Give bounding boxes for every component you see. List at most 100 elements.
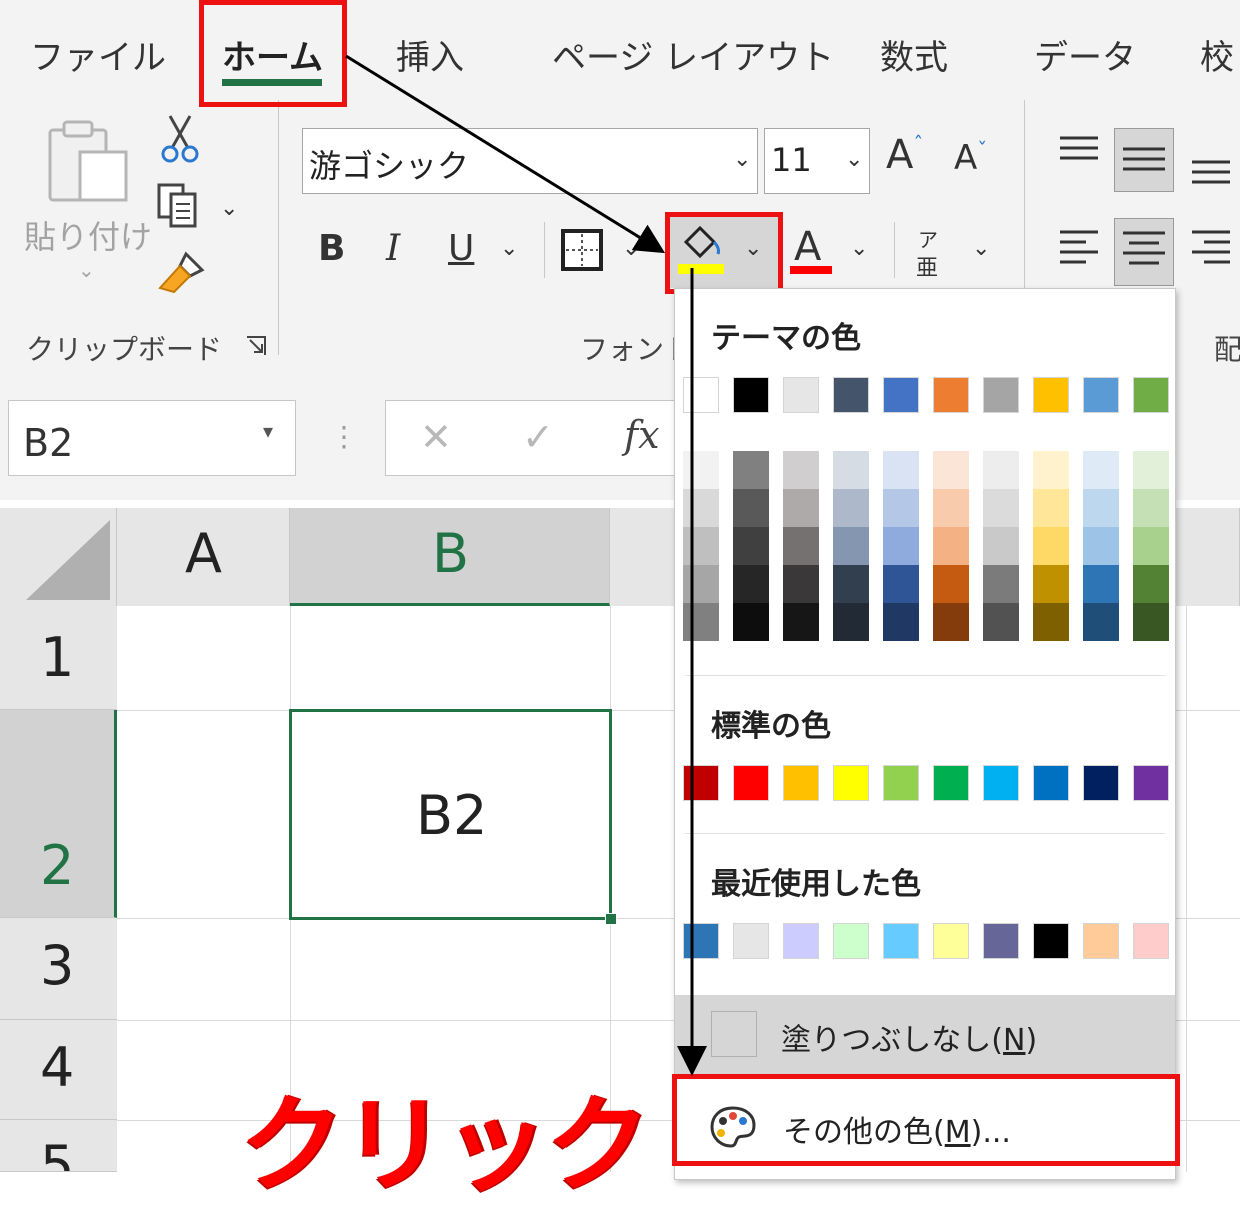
no-fill-menu-item[interactable]: 塗りつぶしなし(N) [675, 995, 1175, 1075]
paste-dropdown-chevron-icon[interactable]: ⌄ [78, 258, 95, 282]
theme-shade-swatch[interactable] [833, 489, 869, 527]
theme-color-swatch-10[interactable] [1133, 377, 1169, 413]
theme-shade-swatch[interactable] [933, 489, 969, 527]
theme-color-swatch-1[interactable] [683, 377, 719, 413]
theme-shade-swatch[interactable] [783, 565, 819, 603]
name-box-dropdown-icon[interactable]: ▾ [263, 419, 273, 443]
recent-color-swatch-10[interactable] [1133, 923, 1169, 959]
theme-shade-swatch[interactable] [1083, 451, 1119, 489]
align-bottom-icon[interactable] [1188, 148, 1234, 192]
theme-shade-swatch[interactable] [683, 527, 719, 565]
chevron-down-icon[interactable]: ⌄ [733, 147, 751, 172]
recent-color-swatch-9[interactable] [1083, 923, 1119, 959]
theme-shade-swatch[interactable] [833, 565, 869, 603]
theme-shade-swatch[interactable] [1033, 451, 1069, 489]
theme-color-swatch-2[interactable] [733, 377, 769, 413]
standard-color-swatch-3[interactable] [783, 765, 819, 801]
theme-shade-swatch[interactable] [883, 565, 919, 603]
standard-color-swatch-5[interactable] [883, 765, 919, 801]
theme-shade-swatch[interactable] [1133, 603, 1169, 641]
enter-icon[interactable]: ✓ [522, 415, 554, 459]
chevron-down-icon[interactable]: ⌄ [845, 147, 863, 172]
row-header-5[interactable]: 5 [0, 1120, 117, 1172]
standard-color-swatch-2[interactable] [733, 765, 769, 801]
paste-label[interactable]: 貼り付け [24, 212, 152, 258]
column-header-b[interactable]: B [290, 508, 610, 606]
theme-shade-swatch[interactable] [983, 489, 1019, 527]
insert-function-icon[interactable]: fx [624, 413, 660, 457]
borders-icon[interactable] [560, 228, 604, 276]
theme-shade-swatch[interactable] [733, 565, 769, 603]
theme-shade-swatch[interactable] [883, 451, 919, 489]
phonetic-chevron-down-icon[interactable]: ⌄ [972, 236, 990, 261]
paste-icon[interactable] [44, 116, 134, 210]
format-painter-icon[interactable] [156, 250, 206, 300]
underline-button[interactable]: U [448, 228, 474, 269]
standard-color-swatch-1[interactable] [683, 765, 719, 801]
theme-shade-swatch[interactable] [733, 489, 769, 527]
theme-color-swatch-3[interactable] [783, 377, 819, 413]
dialog-launcher-icon[interactable] [244, 334, 268, 362]
theme-shade-swatch[interactable] [933, 603, 969, 641]
standard-color-swatch-6[interactable] [933, 765, 969, 801]
recent-color-swatch-8[interactable] [1033, 923, 1069, 959]
cell-b2[interactable]: B2 [289, 709, 612, 920]
theme-shade-swatch[interactable] [1083, 565, 1119, 603]
theme-shade-swatch[interactable] [833, 603, 869, 641]
recent-color-swatch-5[interactable] [883, 923, 919, 959]
theme-shade-swatch[interactable] [1133, 527, 1169, 565]
theme-shade-swatch[interactable] [1083, 603, 1119, 641]
fill-handle[interactable] [605, 913, 617, 925]
copy-icon[interactable] [156, 182, 200, 232]
theme-shade-swatch[interactable] [1033, 603, 1069, 641]
theme-color-swatch-5[interactable] [883, 377, 919, 413]
theme-shade-swatch[interactable] [783, 603, 819, 641]
theme-color-swatch-6[interactable] [933, 377, 969, 413]
theme-shade-swatch[interactable] [783, 451, 819, 489]
cancel-icon[interactable]: ✕ [420, 415, 452, 459]
name-box[interactable]: B2 ▾ [8, 400, 296, 476]
theme-shade-swatch[interactable] [1083, 527, 1119, 565]
theme-shade-swatch[interactable] [1133, 565, 1169, 603]
theme-shade-swatch[interactable] [783, 489, 819, 527]
standard-color-swatch-8[interactable] [1033, 765, 1069, 801]
copy-dropdown-chevron-icon[interactable]: ⌄ [220, 196, 238, 221]
theme-shade-swatch[interactable] [783, 527, 819, 565]
theme-shade-swatch[interactable] [983, 451, 1019, 489]
column-header-a[interactable]: A [117, 508, 290, 606]
theme-shade-swatch[interactable] [1033, 565, 1069, 603]
tab-page-layout[interactable]: ページ レイアウト [552, 30, 834, 79]
theme-shade-swatch[interactable] [733, 527, 769, 565]
formula-bar-grip-icon[interactable]: ⋮ [330, 420, 358, 453]
theme-shade-swatch[interactable] [833, 451, 869, 489]
theme-shade-swatch[interactable] [733, 603, 769, 641]
theme-shade-swatch[interactable] [983, 565, 1019, 603]
align-left-icon[interactable] [1056, 226, 1102, 278]
phonetic-guide-bottom[interactable]: 亜 [916, 250, 938, 282]
theme-shade-swatch[interactable] [683, 489, 719, 527]
tab-insert[interactable]: 挿入 [396, 30, 464, 79]
theme-shade-swatch[interactable] [1033, 489, 1069, 527]
bold-button[interactable]: B [318, 228, 345, 269]
cut-icon[interactable] [160, 112, 200, 168]
italic-button[interactable]: I [386, 228, 400, 269]
phonetic-guide-top[interactable]: ア [918, 224, 938, 253]
borders-chevron-down-icon[interactable]: ⌄ [622, 236, 640, 261]
tab-data[interactable]: データ [1034, 30, 1136, 79]
tab-review[interactable]: 校 [1200, 30, 1234, 79]
theme-shade-swatch[interactable] [1133, 451, 1169, 489]
theme-shade-swatch[interactable] [933, 451, 969, 489]
theme-shade-swatch[interactable] [983, 603, 1019, 641]
theme-shade-swatch[interactable] [883, 603, 919, 641]
theme-shade-swatch[interactable] [733, 451, 769, 489]
theme-shade-swatch[interactable] [933, 527, 969, 565]
recent-color-swatch-4[interactable] [833, 923, 869, 959]
align-center-icon[interactable] [1114, 218, 1174, 286]
theme-shade-swatch[interactable] [683, 451, 719, 489]
standard-color-swatch-7[interactable] [983, 765, 1019, 801]
theme-shade-swatch[interactable] [883, 527, 919, 565]
theme-shade-swatch[interactable] [683, 603, 719, 641]
shrink-font-button[interactable]: Aˇ [954, 138, 987, 178]
theme-color-swatch-7[interactable] [983, 377, 1019, 413]
theme-color-swatch-9[interactable] [1083, 377, 1119, 413]
